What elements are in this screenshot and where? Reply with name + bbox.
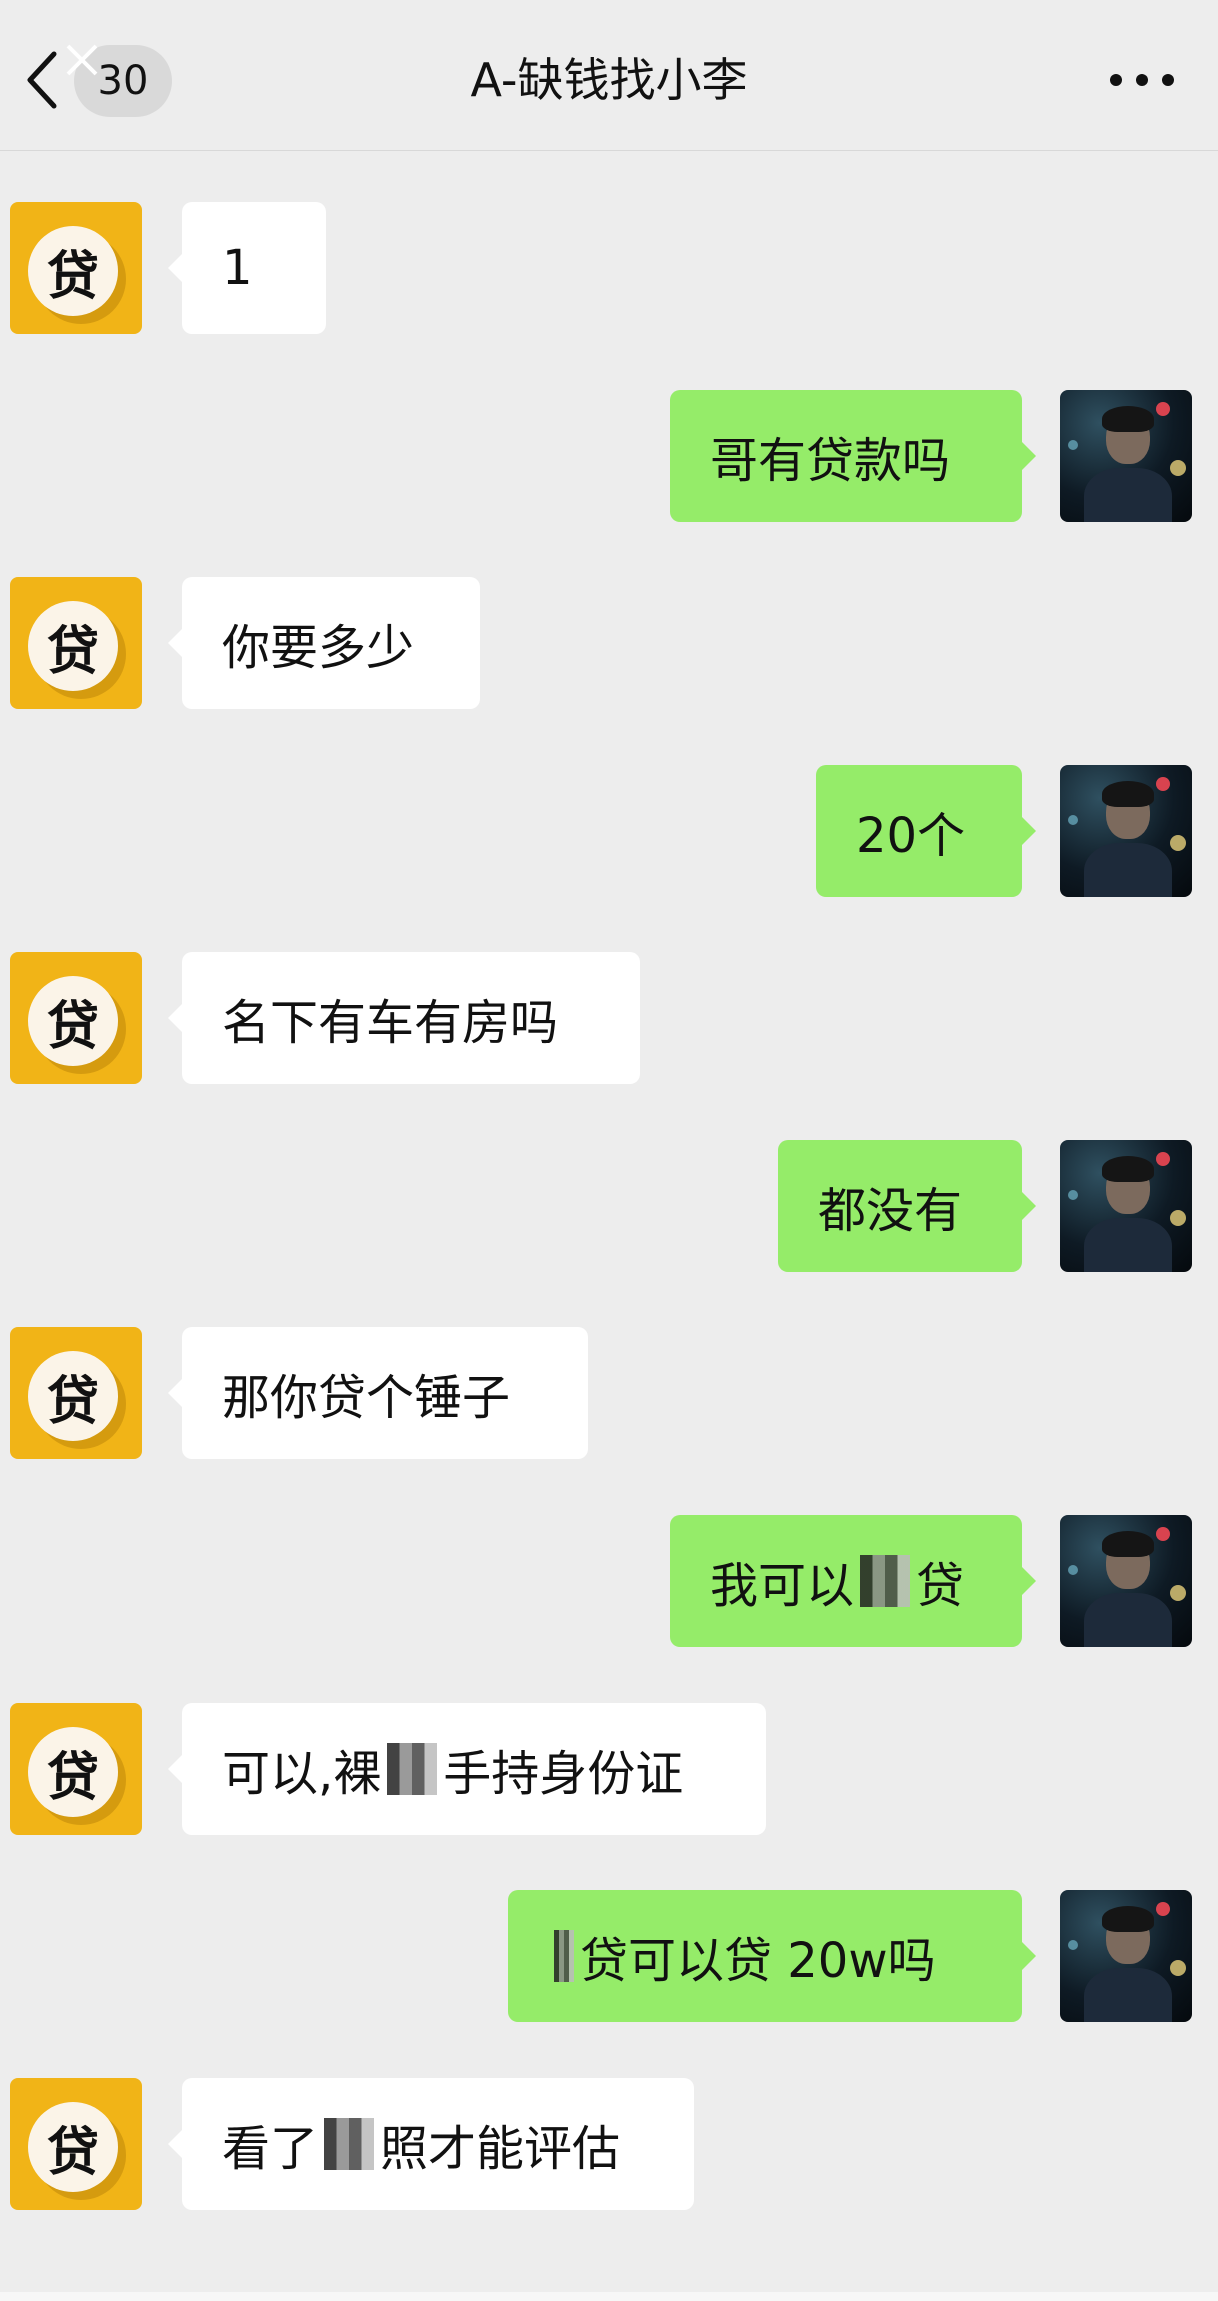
message-text: 贷 <box>916 1558 965 1614</box>
contact-avatar[interactable]: 贷 <box>10 2078 142 2210</box>
message-text: 手持身份证 <box>443 1746 684 1802</box>
loan-logo: 贷 <box>28 2102 118 2192</box>
message-bubble-received[interactable]: 你要多少 <box>168 577 480 709</box>
contact-avatar[interactable]: 贷 <box>10 1703 142 1835</box>
contact-avatar[interactable]: 贷 <box>10 1327 142 1459</box>
user-avatar[interactable] <box>1060 390 1192 522</box>
user-avatar[interactable] <box>1060 1515 1192 1647</box>
message-text: 贷可以贷 20w吗 <box>580 1933 936 1989</box>
message-bubble-received[interactable]: 1 <box>168 202 326 334</box>
message-bubble-received[interactable]: 可以,裸 手持身份证 <box>168 1703 766 1835</box>
redaction-mosaic <box>554 1930 574 1982</box>
message-bubble-sent[interactable]: 都没有 <box>778 1140 1036 1272</box>
message-bubble-sent[interactable]: 20个 <box>816 765 1036 897</box>
message-bubble-received[interactable]: 那你贷个锤子 <box>168 1327 588 1459</box>
message-bubble-received[interactable]: 看了 照才能评估 <box>168 2078 694 2210</box>
chat-header: 30 A-缺钱找小李 <box>0 0 1218 151</box>
message-text: 哥有贷款吗 <box>710 433 951 489</box>
bottom-edge <box>0 2292 1218 2301</box>
message-text: 你要多少 <box>222 620 415 676</box>
message-text: 看了 <box>222 2121 319 2177</box>
message-text: 那你贷个锤子 <box>222 1370 511 1426</box>
message-bubble-sent[interactable]: 哥有贷款吗 <box>670 390 1036 522</box>
redaction-mosaic <box>324 2118 375 2170</box>
more-dots-icon[interactable] <box>1110 70 1174 90</box>
message-text: 我可以 <box>710 1558 855 1614</box>
loan-logo: 贷 <box>28 1351 118 1441</box>
message-text: 都没有 <box>818 1183 963 1239</box>
chat-title: A-缺钱找小李 <box>470 53 748 107</box>
message-bubble-sent[interactable]: 我可以 贷 <box>670 1515 1036 1647</box>
contact-avatar[interactable]: 贷 <box>10 952 142 1084</box>
message-bubble-received[interactable]: 名下有车有房吗 <box>168 952 640 1084</box>
loan-logo: 贷 <box>28 226 118 316</box>
message-text: 1 <box>222 240 253 296</box>
contact-avatar[interactable]: 贷 <box>10 577 142 709</box>
redaction-mosaic <box>387 1743 438 1795</box>
loan-logo: 贷 <box>28 976 118 1066</box>
redaction-mosaic <box>860 1555 911 1607</box>
message-text: 照才能评估 <box>380 2121 621 2177</box>
loan-logo: 贷 <box>28 601 118 691</box>
message-bubble-sent[interactable]: 贷可以贷 20w吗 <box>508 1890 1036 2022</box>
user-avatar[interactable] <box>1060 765 1192 897</box>
message-text: 20个 <box>856 808 966 864</box>
user-avatar[interactable] <box>1060 1140 1192 1272</box>
message-text: 可以,裸 <box>222 1746 382 1802</box>
user-avatar[interactable] <box>1060 1890 1192 2022</box>
contact-avatar[interactable]: 贷 <box>10 202 142 334</box>
message-text: 名下有车有房吗 <box>222 995 559 1051</box>
loan-logo: 贷 <box>28 1727 118 1817</box>
